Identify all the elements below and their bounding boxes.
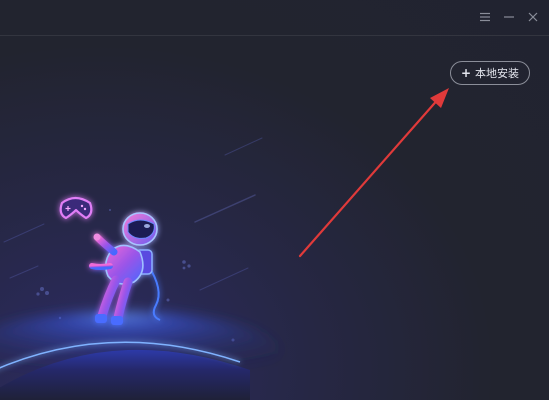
annotation-arrow [298, 88, 449, 258]
astronaut [89, 212, 161, 325]
local-install-button[interactable]: + 本地安装 [450, 61, 530, 85]
close-icon[interactable] [525, 9, 541, 25]
app-window: + 本地安装 [0, 0, 549, 400]
star-dots [36, 209, 235, 342]
local-install-label: 本地安装 [475, 67, 520, 80]
plus-icon: + [460, 66, 472, 80]
shooting-streaks [3, 137, 263, 291]
title-bar [0, 0, 549, 36]
menu-icon[interactable] [477, 9, 493, 25]
minimize-icon[interactable] [501, 9, 517, 25]
gamepad-icon [59, 196, 93, 220]
astronaut-illustration [0, 137, 280, 400]
